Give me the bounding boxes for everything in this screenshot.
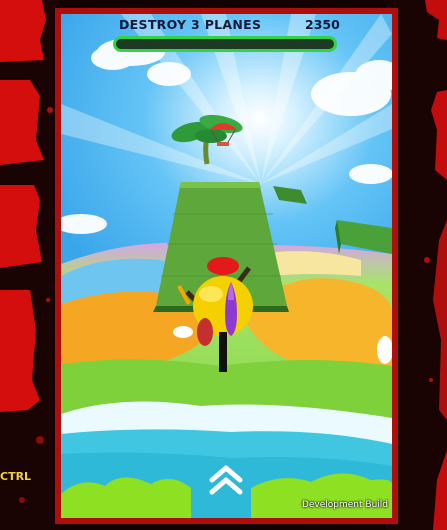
left-side-decor: CTRL — [0, 0, 60, 530]
jump-up-button[interactable] — [206, 462, 246, 496]
development-build-label: Development Build — [301, 500, 388, 510]
double-chevron-up-icon — [209, 465, 243, 495]
objective-label: DESTROY 3 PLANES — [119, 17, 262, 32]
score-counter: 2350 — [305, 17, 340, 32]
objective-progress-bar — [113, 36, 337, 52]
ctrl-hint-label: CTRL — [0, 470, 32, 483]
game-viewport[interactable]: DESTROY 3 PLANES 2350 Development Build — [61, 14, 392, 518]
game-scene — [61, 14, 392, 518]
